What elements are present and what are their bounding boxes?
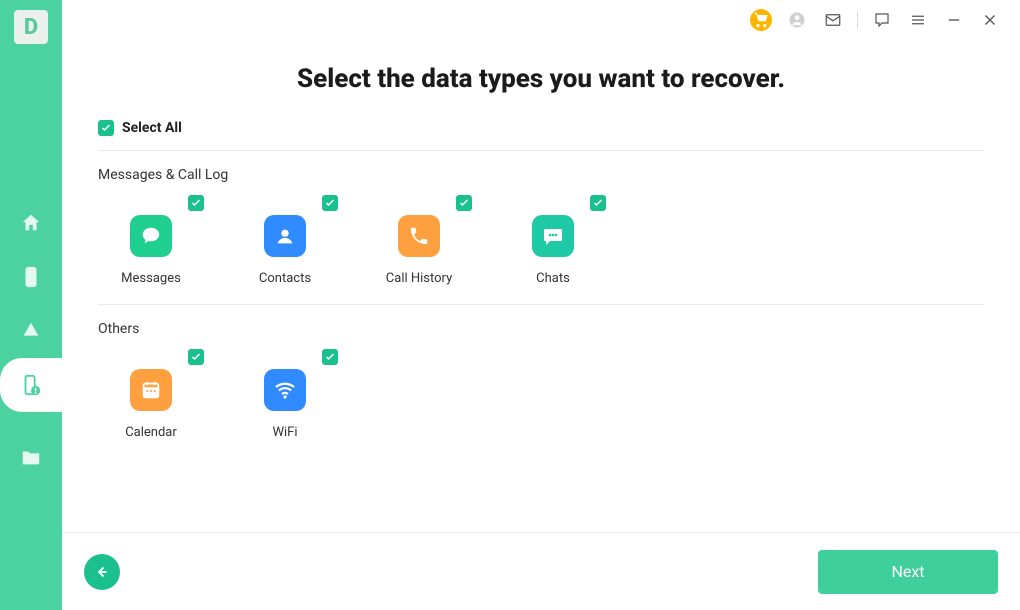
- tile-chats-label: Chats: [536, 271, 570, 286]
- check-icon: [100, 122, 112, 134]
- logo: D: [0, 0, 62, 48]
- tile-chats[interactable]: Chats: [500, 195, 606, 286]
- calendar-icon: [130, 369, 172, 411]
- user-icon: [788, 11, 806, 29]
- mail-button[interactable]: [821, 8, 845, 32]
- cloud-icon: [20, 320, 42, 342]
- phone-icon: [398, 215, 440, 257]
- check-icon: [190, 197, 202, 209]
- close-button[interactable]: [978, 8, 1002, 32]
- tile-contacts-label: Contacts: [259, 271, 311, 286]
- minimize-button[interactable]: [942, 8, 966, 32]
- tile-calendar-label: Calendar: [125, 425, 177, 440]
- footer: Next: [62, 532, 1020, 610]
- mail-icon: [824, 11, 842, 29]
- check-icon: [324, 351, 336, 363]
- tile-wifi[interactable]: WiFi: [232, 349, 338, 440]
- tile-messages[interactable]: Messages: [98, 195, 204, 286]
- minimize-icon: [945, 11, 963, 29]
- feedback-button[interactable]: [870, 8, 894, 32]
- tile-calendar-checkbox[interactable]: [188, 349, 204, 365]
- tile-wifi-checkbox[interactable]: [322, 349, 338, 365]
- main-panel: Select the data types you want to recove…: [62, 0, 1020, 610]
- chat-ellipsis-icon: [532, 215, 574, 257]
- section-title-others: Others: [98, 321, 984, 337]
- check-icon: [324, 197, 336, 209]
- check-icon: [190, 351, 202, 363]
- home-icon: [20, 212, 42, 234]
- next-button[interactable]: Next: [818, 550, 998, 594]
- wifi-icon: [264, 369, 306, 411]
- app-window: D: [0, 0, 1020, 610]
- sidebar-item-cloud[interactable]: [0, 304, 62, 358]
- titlebar: [62, 0, 1020, 34]
- grid-others: Calendar WiFi: [98, 341, 984, 458]
- comment-icon: [873, 11, 891, 29]
- tile-messages-label: Messages: [121, 271, 181, 286]
- tile-call-history-checkbox[interactable]: [456, 195, 472, 211]
- sidebar-item-phone-alert[interactable]: [0, 358, 62, 412]
- close-icon: [981, 11, 999, 29]
- tile-chats-checkbox[interactable]: [590, 195, 606, 211]
- sidebar-item-folder[interactable]: [0, 430, 62, 484]
- tile-wifi-label: WiFi: [272, 425, 297, 440]
- sidebar-item-home[interactable]: [0, 196, 62, 250]
- logo-letter: D: [14, 10, 48, 44]
- page-title: Select the data types you want to recove…: [98, 64, 984, 94]
- content: Select the data types you want to recove…: [62, 34, 1020, 532]
- sidebar: D: [0, 0, 62, 610]
- folder-icon: [20, 446, 42, 468]
- tile-call-history[interactable]: Call History: [366, 195, 472, 286]
- cart-icon: [750, 9, 772, 31]
- phone-alert-icon: [20, 374, 42, 396]
- check-icon: [458, 197, 470, 209]
- menu-icon: [909, 11, 927, 29]
- menu-button[interactable]: [906, 8, 930, 32]
- select-all-label: Select All: [122, 120, 182, 136]
- titlebar-separator: [857, 11, 858, 29]
- user-button[interactable]: [785, 8, 809, 32]
- tile-contacts-checkbox[interactable]: [322, 195, 338, 211]
- check-icon: [592, 197, 604, 209]
- tile-contacts[interactable]: Contacts: [232, 195, 338, 286]
- back-button[interactable]: [84, 554, 120, 590]
- arrow-left-icon: [93, 563, 111, 581]
- person-icon: [264, 215, 306, 257]
- tile-messages-checkbox[interactable]: [188, 195, 204, 211]
- phone-device-icon: [20, 266, 42, 288]
- tile-calendar[interactable]: Calendar: [98, 349, 204, 440]
- select-all-row[interactable]: Select All: [98, 120, 984, 151]
- grid-messages: Messages Contacts Call History: [98, 187, 984, 305]
- select-all-checkbox[interactable]: [98, 120, 114, 136]
- speech-icon: [130, 215, 172, 257]
- sidebar-item-phone[interactable]: [0, 250, 62, 304]
- cart-button[interactable]: [749, 8, 773, 32]
- section-title-messages: Messages & Call Log: [98, 167, 984, 183]
- tile-call-history-label: Call History: [386, 271, 452, 286]
